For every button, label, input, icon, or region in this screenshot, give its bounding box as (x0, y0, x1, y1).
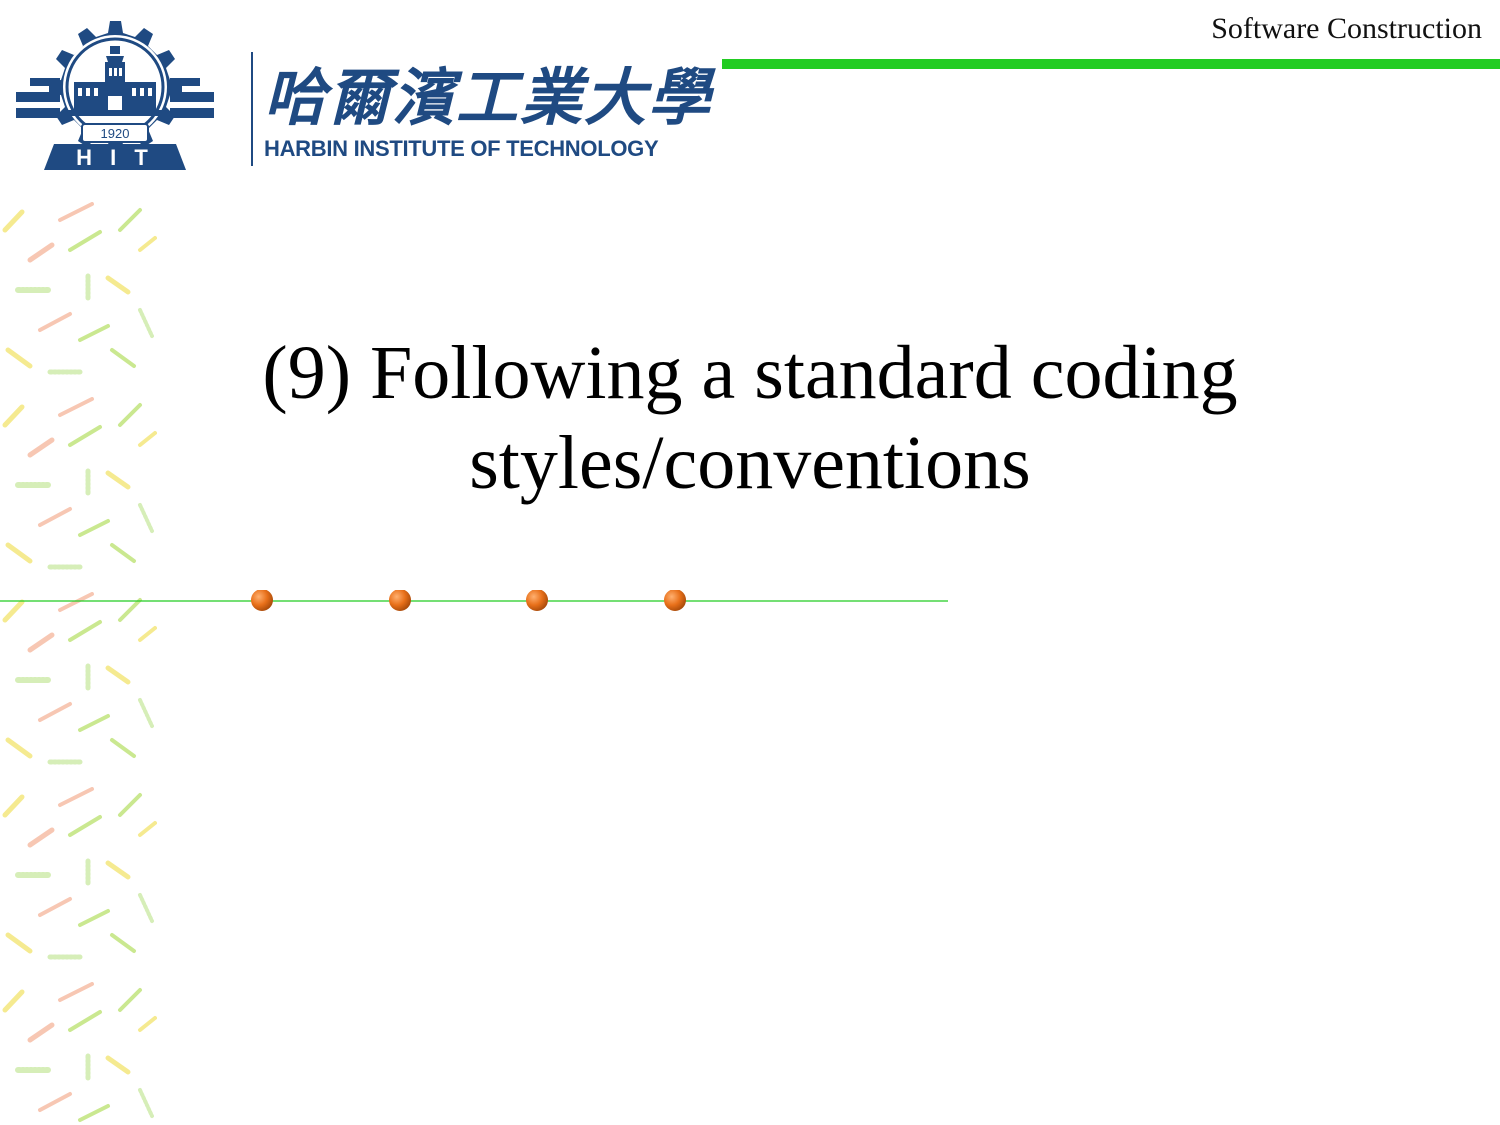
divider-bullet-3 (526, 590, 548, 611)
divider-bullet-2 (389, 590, 411, 611)
title-divider (0, 590, 948, 611)
course-name: Software Construction (1211, 12, 1482, 45)
university-name-cn: 哈爾濱工業大學 (264, 61, 713, 134)
divider-bullet-4 (664, 590, 686, 611)
emblem-year: 1920 (101, 126, 130, 141)
slide-title-line-1: (9) Following a standard coding (262, 331, 1238, 415)
divider-bullet-1 (251, 590, 273, 611)
hit-logo: 1920 H I T 哈爾濱工業大學 HARBIN INSTITUTE OF T… (10, 12, 710, 182)
university-name-en: HARBIN INSTITUTE OF TECHNOLOGY (264, 136, 659, 161)
leaf-pattern-decoration (0, 190, 160, 1125)
slide-title: (9) Following a standard coding styles/c… (150, 328, 1350, 508)
logo-divider (251, 52, 253, 166)
header-rule (722, 59, 1500, 69)
slide-title-line-2: styles/conventions (469, 421, 1031, 505)
hit-emblem-icon: 1920 H I T (16, 21, 214, 170)
emblem-letters: H I T (76, 145, 154, 170)
